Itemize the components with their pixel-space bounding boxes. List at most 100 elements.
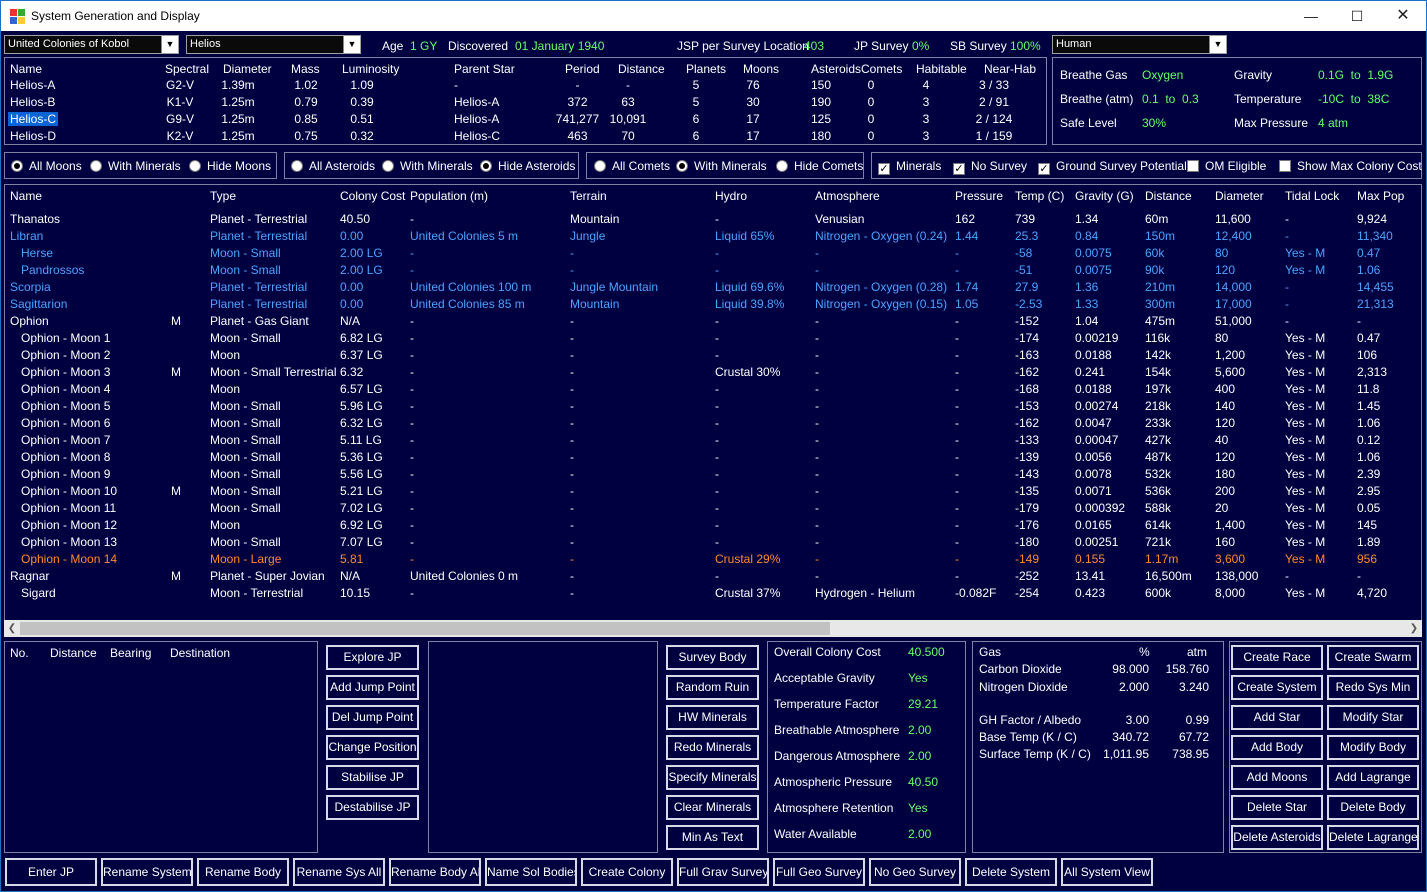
body-cell: 1.33: [1075, 297, 1099, 311]
create-swarm-button[interactable]: Create Swarm: [1326, 644, 1420, 671]
body-row[interactable]: Ophion - Moon 7 Moon - Small 5.11 LG - - - - - -…: [5, 433, 1421, 449]
body-row[interactable]: Ophion M Planet - Gas Giant N/A - - - - - -152 1.0…: [5, 314, 1421, 330]
comets-with-minerals-radio[interactable]: With Minerals: [676, 159, 767, 173]
no-survey-checkbox[interactable]: ✓ No Survey: [953, 159, 1027, 175]
body-row[interactable]: Herse Moon - Small 2.00 LG - - - - - -58 0.0075 60…: [5, 246, 1421, 262]
star-col-header: Period: [565, 62, 600, 76]
body-cell: 0.00251: [1075, 535, 1119, 549]
ground-survey-potential-checkbox[interactable]: ✓ Ground Survey Potential: [1038, 159, 1187, 175]
destabilise-jp-button[interactable]: Destabilise JP: [325, 794, 420, 821]
redo-minerals-button[interactable]: Redo Minerals: [665, 734, 760, 761]
om-eligible-checkbox[interactable]: OM Eligible: [1187, 159, 1266, 173]
modify-body-button[interactable]: Modify Body: [1326, 734, 1420, 761]
modify-star-button[interactable]: Modify Star: [1326, 704, 1420, 731]
body-row[interactable]: Ophion - Moon 14 Moon - Large 5.81 - - Crusta…: [5, 552, 1421, 568]
body-row[interactable]: Ragnar M Planet - Super Jovian N/A United Co…: [5, 569, 1421, 585]
add-jump-point-button[interactable]: Add Jump Point: [325, 674, 420, 701]
body-cell: Moon - Small: [210, 535, 281, 549]
redo-sys-min-button[interactable]: Redo Sys Min: [1326, 674, 1420, 701]
scroll-thumb[interactable]: [20, 622, 830, 635]
create-race-button[interactable]: Create Race: [1230, 644, 1324, 671]
all-system-view-button[interactable]: All System View: [1060, 857, 1154, 887]
full-geo-survey-button[interactable]: Full Geo Survey: [772, 857, 866, 887]
hide-comets-radio[interactable]: Hide Comets: [776, 159, 863, 173]
add-lagrange-button[interactable]: Add Lagrange: [1326, 764, 1420, 791]
body-row[interactable]: Thanatos Planet - Terrestrial 40.50 - Mounta…: [5, 212, 1421, 228]
random-ruin-button[interactable]: Random Ruin: [665, 674, 760, 701]
star-cell: 6: [692, 112, 700, 126]
body-row[interactable]: Ophion - Moon 3 M Moon - Small Terrestrial…: [5, 365, 1421, 381]
body-row[interactable]: Ophion - Moon 5 Moon - Small 5.96 LG - - - - - -…: [5, 399, 1421, 415]
body-row[interactable]: Ophion - Moon 6 Moon - Small 6.32 LG - - - - - -…: [5, 416, 1421, 432]
show-max-colony-cost-checkbox[interactable]: Show Max Colony Cost: [1279, 159, 1422, 173]
specify-minerals-button[interactable]: Specify Minerals: [665, 764, 760, 791]
hw-minerals-button[interactable]: HW Minerals: [665, 704, 760, 731]
body-row[interactable]: Sagittarion Planet - Terrestrial 0.00 Unite…: [5, 297, 1421, 313]
minerals-checkbox[interactable]: ✓ Minerals: [878, 159, 941, 175]
body-row[interactable]: Ophion - Moon 12 Moon 6.92 LG - - - - - -176 0.01…: [5, 518, 1421, 534]
name-sol-bodies-button[interactable]: Name Sol Bodies: [484, 857, 578, 887]
horizontal-scrollbar[interactable]: ❮ ❯: [4, 620, 1422, 637]
body-cell: -: [955, 416, 959, 430]
change-position-button[interactable]: Change Position: [325, 734, 420, 761]
scroll-right-icon[interactable]: ❯: [1406, 620, 1422, 637]
body-row[interactable]: Ophion - Moon 13 Moon - Small 7.07 LG - - - - -…: [5, 535, 1421, 551]
all-moons-radio[interactable]: All Moons: [11, 159, 82, 173]
body-cell: 11,600: [1215, 212, 1251, 226]
rename-system-button[interactable]: Rename System: [100, 857, 194, 887]
clear-minerals-button[interactable]: Clear Minerals: [665, 794, 760, 821]
close-icon[interactable]: ✕: [1380, 1, 1426, 31]
enter-jp-button[interactable]: Enter JP: [4, 857, 98, 887]
delete-system-button[interactable]: Delete System: [964, 857, 1058, 887]
rename-body-all-button[interactable]: Rename Body All: [388, 857, 482, 887]
all-asteroids-radio[interactable]: All Asteroids: [291, 159, 375, 173]
stabilise-jp-button[interactable]: Stabilise JP: [325, 764, 420, 791]
all-comets-radio[interactable]: All Comets: [594, 159, 670, 173]
minimize-icon[interactable]: —: [1288, 1, 1334, 31]
body-row[interactable]: Ophion - Moon 11 Moon - Small 7.02 LG - - - - -…: [5, 501, 1421, 517]
add-moons-button[interactable]: Add Moons: [1230, 764, 1324, 791]
race-select[interactable]: Human ▼: [1052, 35, 1227, 54]
body-row[interactable]: Ophion - Moon 2 Moon 6.37 LG - - - - - -163 0.018…: [5, 348, 1421, 364]
delete-star-button[interactable]: Delete Star: [1230, 794, 1324, 821]
delete-lagrange-button[interactable]: Delete Lagrange: [1326, 824, 1420, 851]
body-row[interactable]: Ophion - Moon 4 Moon 6.57 LG - - - - - -168 0.018…: [5, 382, 1421, 398]
explore-jp-button[interactable]: Explore JP: [325, 644, 420, 671]
rename-body-button[interactable]: Rename Body: [196, 857, 290, 887]
body-row[interactable]: Ophion - Moon 9 Moon - Small 5.56 LG - - - - - -…: [5, 467, 1421, 483]
maximize-icon[interactable]: ☐: [1334, 1, 1380, 31]
star-name: Helios-D: [10, 129, 57, 143]
body-row[interactable]: Pandrossos Moon - Small 2.00 LG - - - - - -51 0.0…: [5, 263, 1421, 279]
body-row[interactable]: Ophion - Moon 8 Moon - Small 5.36 LG - - - - - -…: [5, 450, 1421, 466]
full-grav-survey-button[interactable]: Full Grav Survey: [676, 857, 770, 887]
del-jump-point-button[interactable]: Del Jump Point: [325, 704, 420, 731]
star-row[interactable]: Helios-A G2-V 1.39m 1.02 1.09 - - - 5 76 150 0 4 3 / …: [5, 78, 1046, 94]
body-row[interactable]: Libran Planet - Terrestrial 0.00 United Col…: [5, 229, 1421, 245]
system-select[interactable]: Helios ▼: [186, 35, 361, 54]
body-cell: United Colonies 100 m: [410, 280, 532, 294]
moons-with-minerals-radio[interactable]: With Minerals: [90, 159, 181, 173]
create-system-button[interactable]: Create System: [1230, 674, 1324, 701]
rename-sys-all-button[interactable]: Rename Sys All: [292, 857, 386, 887]
body-row[interactable]: Scorpia Planet - Terrestrial 0.00 United Co…: [5, 280, 1421, 296]
survey-body-button[interactable]: Survey Body: [665, 644, 760, 671]
hide-asteroids-radio[interactable]: Hide Asteroids: [480, 159, 575, 173]
star-row[interactable]: Helios-C G9-V 1.25m 0.85 0.51 Helios-A 741,277…: [5, 112, 1046, 128]
create-colony-button[interactable]: Create Colony: [580, 857, 674, 887]
star-row[interactable]: Helios-B K1-V 1.25m 0.79 0.39 Helios-A 372 63 5 3…: [5, 95, 1046, 111]
body-row[interactable]: Ophion - Moon 1 Moon - Small 6.82 LG - - - - - -…: [5, 331, 1421, 347]
delete-asteroids-button[interactable]: Delete Asteroids: [1230, 824, 1324, 851]
add-body-button[interactable]: Add Body: [1230, 734, 1324, 761]
body-row[interactable]: Ophion - Moon 10 M Moon - Small 5.21 LG - - - -…: [5, 484, 1421, 500]
asteroids-with-minerals-radio[interactable]: With Minerals: [382, 159, 473, 173]
no-geo-survey-button[interactable]: No Geo Survey: [868, 857, 962, 887]
hide-moons-radio[interactable]: Hide Moons: [189, 159, 271, 173]
body-row[interactable]: Sigard Moon - Terrestrial 10.15 - - Crustal 3…: [5, 586, 1421, 602]
delete-body-button[interactable]: Delete Body: [1326, 794, 1420, 821]
min-as-text-button[interactable]: Min As Text: [665, 824, 760, 851]
colony-cost-panel: Overall Colony Cost 40.500 Acceptable Grav…: [767, 641, 966, 853]
star-row[interactable]: Helios-D K2-V 1.25m 0.75 0.32 Helios-C 463 70 6 1…: [5, 129, 1046, 145]
scroll-left-icon[interactable]: ❮: [4, 620, 20, 637]
add-star-button[interactable]: Add Star: [1230, 704, 1324, 731]
empire-select[interactable]: United Colonies of Kobol ▼: [4, 35, 179, 54]
